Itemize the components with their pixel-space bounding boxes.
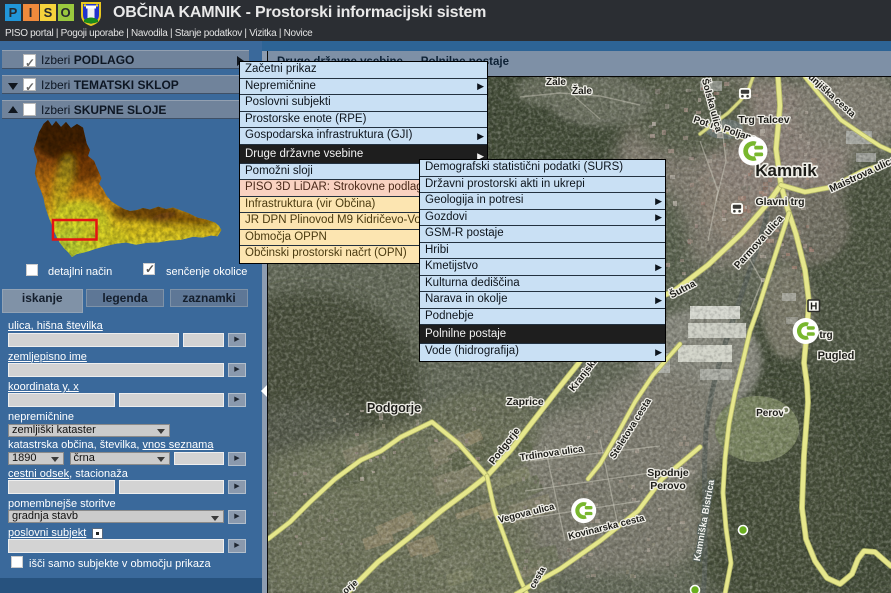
svg-text:Trg Talcev: Trg Talcev (738, 114, 789, 126)
svg-text:H: H (810, 301, 817, 312)
svg-text:Podgorje: Podgorje (367, 401, 421, 415)
svg-text:Glavni trg: Glavni trg (755, 196, 804, 208)
svg-text:Kamnik: Kamnik (755, 161, 817, 180)
svg-text:Perovo: Perovo (650, 480, 686, 492)
svg-text:trg: trg (819, 330, 832, 341)
svg-text:Spodnje: Spodnje (647, 467, 689, 479)
svg-text:Žale: Žale (572, 84, 592, 97)
svg-text:Perov: Perov (756, 408, 784, 419)
svg-text:Žale: Žale (546, 77, 566, 88)
svg-text:Zaprice: Zaprice (506, 396, 544, 408)
svg-text:Pugled: Pugled (818, 350, 855, 362)
